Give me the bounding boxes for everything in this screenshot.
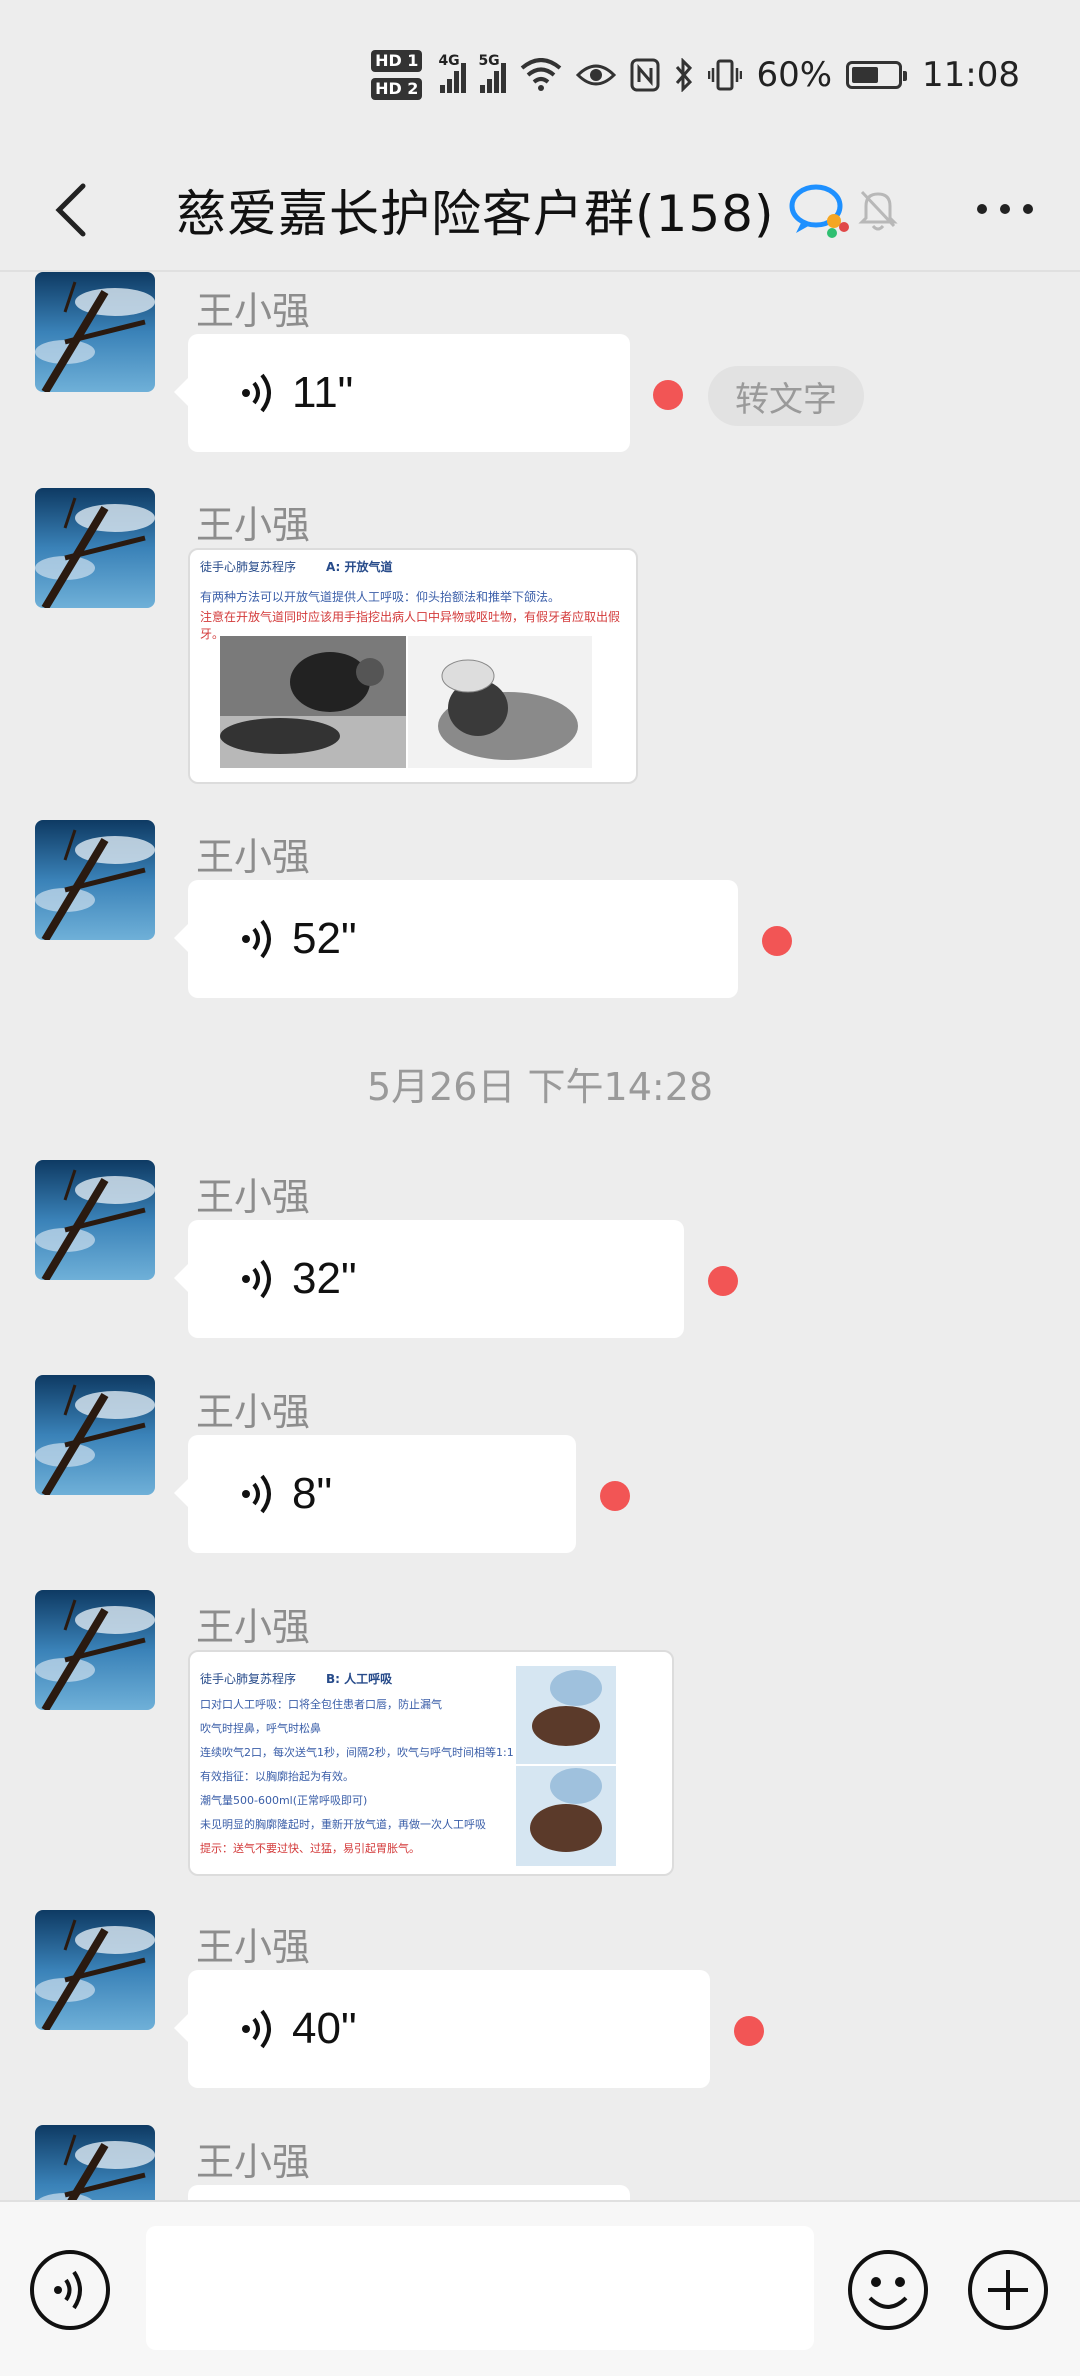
- battery-icon: [846, 61, 908, 89]
- avatar[interactable]: [35, 2125, 155, 2200]
- voice-message-bubble[interactable]: 52": [174, 880, 738, 998]
- group-chat-badge-icon: [789, 184, 850, 238]
- voice-wave-icon: [242, 373, 271, 413]
- unread-dot: [762, 926, 792, 956]
- vibrate-icon: [708, 55, 743, 95]
- image-caption-warning: 提示：送气不要过快、过猛，易引起胃胀气。: [200, 1842, 420, 1855]
- unread-dot: [653, 380, 683, 410]
- signal-5g-icon: 5G: [478, 53, 507, 93]
- bluetooth-icon: [674, 55, 694, 95]
- more-button[interactable]: [960, 174, 1050, 244]
- image-caption-line: 未见明显的胸廓隆起时，重新开放气道，再做一次人工呼吸: [200, 1818, 486, 1831]
- chat-title: 慈爱嘉长护险客户群(158): [176, 185, 775, 243]
- mute-bell-icon: [858, 174, 908, 244]
- sender-name: 王小强: [196, 1175, 311, 1219]
- status-bar: HD 1 HD 2 4G 5G 60% 11:08: [0, 0, 1080, 150]
- voice-duration: 32": [292, 1254, 357, 1303]
- image-caption-line: 潮气量500-600ml(正常呼吸即可): [200, 1794, 368, 1807]
- avatar[interactable]: [35, 1375, 155, 1495]
- hd-indicator: HD 1 HD 2: [371, 50, 423, 100]
- voice-message-bubble[interactable]: 11": [174, 334, 630, 452]
- image-caption-line: 有两种方法可以开放气道提供人工呼吸：仰头抬额法和推举下颌法。: [200, 590, 561, 604]
- chat-header: 慈爱嘉长护险客户群(158): [0, 150, 1080, 270]
- voice-duration: 8": [292, 1469, 333, 1518]
- voice-wave-icon: [242, 1474, 271, 1514]
- emoji-icon: [848, 2250, 928, 2330]
- plus-icon: [968, 2250, 1048, 2330]
- sender-name: 王小强: [196, 835, 311, 879]
- image-message[interactable]: 徒手心肺复苏程序 A: 开放气道 有两种方法可以开放气道提供人工呼吸：仰头抬额法和…: [188, 548, 638, 784]
- convert-to-text-button[interactable]: 转文字: [708, 366, 864, 426]
- voice-mode-icon: [30, 2250, 110, 2330]
- avatar[interactable]: [35, 488, 155, 608]
- avatar[interactable]: [35, 820, 155, 940]
- battery-fill: [852, 67, 879, 83]
- voice-input-button[interactable]: [28, 2248, 112, 2332]
- chat-title-group[interactable]: 慈爱嘉长护险客户群(158): [176, 150, 852, 270]
- chat-timestamp: 5月26日 下午14:28: [366, 1065, 714, 1109]
- voice-wave-icon: [242, 1259, 271, 1299]
- image-caption-title: 徒手心肺复苏程序 B: 人工呼吸: [200, 1672, 393, 1686]
- voice-wave-icon: [242, 2009, 271, 2049]
- battery-percent: 60%: [756, 55, 833, 95]
- wifi-icon: [520, 55, 562, 95]
- image-caption-line: 有效指征：以胸廓抬起为有效。: [200, 1770, 354, 1783]
- image-caption-line: 口对口人工呼吸：口将全包住患者口唇，防止漏气: [200, 1698, 442, 1711]
- sender-name: 王小强: [196, 1390, 311, 1434]
- image-caption-title: 徒手心肺复苏程序 A: 开放气道: [200, 560, 393, 574]
- more-functions-button[interactable]: [966, 2248, 1050, 2332]
- voice-message-bubble[interactable]: 8": [174, 1435, 576, 1553]
- avatar[interactable]: [35, 1160, 155, 1280]
- avatar[interactable]: [35, 1590, 155, 1710]
- clock: 11:08: [922, 55, 1020, 95]
- unread-dot: [600, 1481, 630, 1511]
- image-caption-line: 吹气时捏鼻，呼气时松鼻: [200, 1722, 321, 1735]
- cpr-photo-left: [220, 636, 406, 768]
- hd1-badge: HD 1: [371, 50, 423, 72]
- sender-name: 王小强: [196, 1925, 311, 1969]
- message-list[interactable]: 王小强 11" 转文字 王小强 徒手心肺复苏程序 A: 开放气道 有两种方法可以开…: [0, 272, 1080, 2200]
- signal-4g-icon: 4G: [438, 53, 467, 93]
- hd2-badge: HD 2: [371, 78, 423, 100]
- image-message[interactable]: 徒手心肺复苏程序 B: 人工呼吸 口对口人工呼吸：口将全包住患者口唇，防止漏气 吹…: [188, 1650, 674, 1876]
- input-bar: [0, 2200, 1080, 2376]
- voice-duration: 40": [292, 2004, 357, 2053]
- avatar[interactable]: [35, 272, 155, 392]
- voice-message-bubble[interactable]: [188, 2185, 630, 2200]
- voice-message-bubble[interactable]: 32": [174, 1220, 684, 1338]
- eye-icon: [576, 55, 617, 95]
- sender-name: 王小强: [196, 503, 311, 547]
- unread-dot: [708, 1266, 738, 1296]
- image-caption-line: 连续吹气2口，每次送气1秒，间隔2秒，吹气与呼气时间相等1:1: [200, 1746, 514, 1759]
- message-input[interactable]: [146, 2226, 814, 2350]
- chevron-left-icon: [55, 183, 86, 237]
- nfc-icon: [630, 55, 660, 95]
- network-5g-label: 5G: [478, 53, 500, 69]
- emoji-button[interactable]: [846, 2248, 930, 2332]
- cpr-photo-right: [408, 636, 592, 768]
- voice-duration: 11": [292, 368, 354, 417]
- unread-dot: [734, 2016, 764, 2046]
- voice-wave-icon: [242, 919, 271, 959]
- avatar[interactable]: [35, 1910, 155, 2030]
- sender-name: 王小强: [196, 289, 311, 333]
- back-button[interactable]: [36, 172, 106, 248]
- voice-duration: 52": [292, 914, 357, 963]
- sender-name: 王小强: [196, 2140, 311, 2184]
- network-4g-label: 4G: [438, 53, 460, 69]
- rescue-breath-photo: [516, 1666, 616, 1866]
- more-dots-icon: [977, 204, 1033, 214]
- voice-message-bubble[interactable]: 40": [174, 1970, 710, 2088]
- sender-name: 王小强: [196, 1605, 311, 1649]
